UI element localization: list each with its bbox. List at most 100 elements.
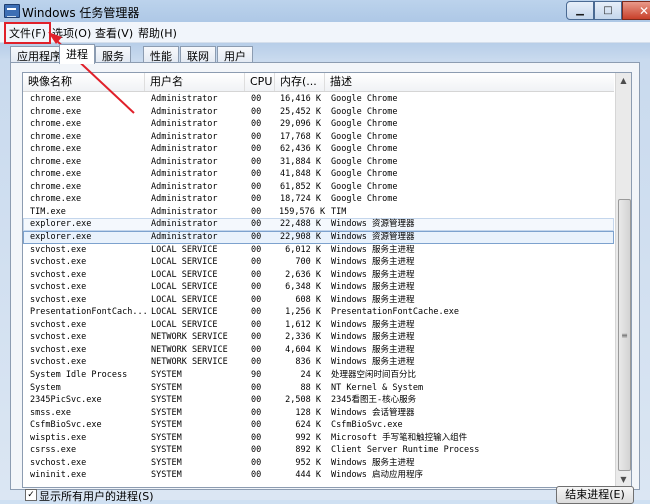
- process-image-name: System: [30, 382, 61, 393]
- table-row[interactable]: System Idle Process SYSTEM 90 24 K 处理器空闲时间百分…: [23, 369, 614, 382]
- table-row[interactable]: chrome.exe Administrator 00 62,436 K Google …: [23, 143, 614, 156]
- process-user-name: SYSTEM: [151, 445, 182, 456]
- process-user-name: SYSTEM: [151, 395, 182, 406]
- process-memory: 836 K: [295, 357, 321, 368]
- table-row[interactable]: svchost.exe LOCAL SERVICE 00 2,636 K Windows…: [23, 269, 614, 282]
- process-user-name: LOCAL SERVICE: [151, 294, 218, 305]
- table-row[interactable]: TIM.exe Administrator 00 159,576 K TIM: [23, 206, 614, 219]
- scroll-thumb[interactable]: ≡: [618, 199, 631, 471]
- process-user-name: LOCAL SERVICE: [151, 307, 218, 318]
- process-user-name: Administrator: [151, 232, 218, 243]
- title-bar[interactable]: Windows 任务管理器 ▁ □ ✕: [0, 0, 650, 22]
- table-row[interactable]: chrome.exe Administrator 00 61,852 K Google …: [23, 181, 614, 194]
- process-memory: 2,508 K: [285, 395, 321, 406]
- close-button[interactable]: ✕: [622, 1, 650, 20]
- process-user-name: Administrator: [151, 94, 218, 104]
- minimize-button[interactable]: ▁: [566, 1, 594, 20]
- checkmark-icon: ✓: [27, 490, 35, 500]
- table-row[interactable]: svchost.exe LOCAL SERVICE 00 700 K Windows 服…: [23, 256, 614, 269]
- table-row[interactable]: System SYSTEM 00 88 K NT Kernel & System: [23, 382, 614, 395]
- tab-users[interactable]: 用户: [217, 46, 253, 63]
- table-row[interactable]: svchost.exe NETWORK SERVICE 00 836 K Windows…: [23, 356, 614, 369]
- scroll-down-button[interactable]: ▼: [616, 472, 631, 487]
- process-user-name: LOCAL SERVICE: [151, 244, 218, 255]
- process-description: Windows 服务主进程: [331, 244, 415, 255]
- menu-view[interactable]: 查看(V): [93, 25, 135, 41]
- process-memory: 700 K: [295, 257, 321, 268]
- process-image-name: 2345PicSvc.exe: [30, 395, 102, 406]
- process-cpu: 00: [251, 106, 262, 117]
- table-row[interactable]: chrome.exe Administrator 00 41,848 K Google …: [23, 168, 614, 181]
- table-row[interactable]: chrome.exe Administrator 00 17,768 K Google …: [23, 131, 614, 144]
- column-image-name[interactable]: 映像名称: [23, 73, 145, 91]
- process-cpu: 00: [251, 382, 262, 393]
- show-all-users-checkbox[interactable]: ✓: [25, 489, 37, 501]
- process-cpu: 00: [251, 407, 262, 418]
- table-row[interactable]: PresentationFontCach... LOCAL SERVICE 00 1,…: [23, 306, 614, 319]
- column-memory[interactable]: 内存(...: [275, 73, 325, 91]
- process-memory: 624 K: [295, 420, 321, 431]
- process-description: Windows 服务主进程: [331, 332, 415, 343]
- process-image-name: svchost.exe: [30, 269, 87, 280]
- process-image-name: svchost.exe: [30, 332, 87, 343]
- tab-processes[interactable]: 进程: [59, 44, 95, 64]
- tab-services[interactable]: 服务: [95, 46, 131, 63]
- tab-networking[interactable]: 联网: [180, 46, 216, 63]
- process-image-name: PresentationFontCach...: [30, 307, 148, 318]
- table-row[interactable]: chrome.exe Administrator 00 18,724 K Google …: [23, 193, 614, 206]
- end-process-button[interactable]: 结束进程(E): [556, 486, 634, 504]
- table-row[interactable]: explorer.exe Administrator 00 22,908 K Windo…: [23, 231, 614, 244]
- table-row[interactable]: chrome.exe Administrator 00 16,416 K Google …: [23, 93, 614, 106]
- footer: ✓ 显示所有用户的进程(S) 结束进程(E): [0, 486, 650, 504]
- column-description[interactable]: 描述: [325, 73, 614, 91]
- process-user-name: NETWORK SERVICE: [151, 357, 228, 368]
- process-image-name: chrome.exe: [30, 106, 82, 117]
- scroll-up-button[interactable]: ▲: [616, 73, 631, 88]
- sort-ascending-icon: ︿: [175, 72, 183, 81]
- table-row[interactable]: svchost.exe LOCAL SERVICE 00 1,612 K Windows…: [23, 319, 614, 332]
- scroll-up-icon: ▲: [620, 76, 627, 85]
- process-description: CsfmBioSvc.exe: [331, 420, 403, 431]
- table-row[interactable]: svchost.exe NETWORK SERVICE 00 2,336 K Windo…: [23, 331, 614, 344]
- menu-options[interactable]: 选项(O): [50, 25, 93, 41]
- table-row[interactable]: csrss.exe SYSTEM 00 892 K Client Server Runt…: [23, 444, 614, 457]
- maximize-button[interactable]: □: [594, 1, 622, 20]
- column-cpu[interactable]: CPU: [245, 73, 275, 91]
- table-row[interactable]: svchost.exe NETWORK SERVICE 00 4,604 K Windo…: [23, 344, 614, 357]
- process-description: NT Kernel & System: [331, 382, 424, 393]
- process-image-name: chrome.exe: [30, 156, 82, 167]
- table-row[interactable]: svchost.exe LOCAL SERVICE 00 6,348 K Windows…: [23, 281, 614, 294]
- process-cpu: 00: [251, 269, 262, 280]
- process-description: Google Chrome: [331, 194, 398, 205]
- process-user-name: Administrator: [151, 106, 218, 117]
- table-row[interactable]: explorer.exe Administrator 00 22,488 K Windo…: [23, 218, 614, 232]
- table-row[interactable]: chrome.exe Administrator 00 29,096 K Google …: [23, 118, 614, 131]
- process-user-name: LOCAL SERVICE: [151, 257, 218, 268]
- process-description: Windows 资源管理器: [331, 232, 415, 243]
- table-row[interactable]: CsfmBioSvc.exe SYSTEM 00 624 K CsfmBioSvc.ex…: [23, 419, 614, 432]
- table-row[interactable]: wisptis.exe SYSTEM 00 992 K Microsoft 手写笔和触控…: [23, 432, 614, 445]
- table-row[interactable]: 2345PicSvc.exe SYSTEM 00 2,508 K 2345看图王-核心服…: [23, 394, 614, 407]
- menu-help[interactable]: 帮助(H): [136, 25, 179, 41]
- table-row[interactable]: wininit.exe SYSTEM 00 444 K Windows 启动应用程序: [23, 469, 614, 482]
- process-list[interactable]: 映像名称 ︿ 用户名 CPU 内存(... 描述 chrome.exe Admin…: [22, 72, 632, 488]
- process-memory: 61,852 K: [280, 181, 321, 192]
- table-row[interactable]: svchost.exe LOCAL SERVICE 00 608 K Windows 服…: [23, 294, 614, 307]
- tab-performance[interactable]: 性能: [143, 46, 179, 63]
- task-manager-icon: [4, 4, 20, 18]
- vertical-scrollbar[interactable]: ▲ ≡ ▼: [615, 73, 631, 487]
- column-user-name[interactable]: ︿ 用户名: [145, 73, 245, 91]
- table-row[interactable]: smss.exe SYSTEM 00 128 K Windows 会话管理器: [23, 407, 614, 420]
- table-row[interactable]: chrome.exe Administrator 00 25,452 K Google …: [23, 106, 614, 119]
- process-memory: 31,884 K: [280, 156, 321, 167]
- process-description: Google Chrome: [331, 131, 398, 142]
- process-cpu: 00: [251, 432, 262, 443]
- table-row[interactable]: svchost.exe SYSTEM 00 952 K Windows 服务主进程: [23, 457, 614, 470]
- process-user-name: SYSTEM: [151, 420, 182, 431]
- process-cpu: 00: [251, 156, 262, 167]
- process-description: Client Server Runtime Process: [331, 445, 480, 456]
- menu-file[interactable]: 文件(F): [4, 22, 51, 44]
- table-row[interactable]: chrome.exe Administrator 00 31,884 K Google …: [23, 156, 614, 169]
- table-row[interactable]: svchost.exe LOCAL SERVICE 00 6,012 K Windows…: [23, 244, 614, 257]
- process-cpu: 00: [251, 119, 262, 130]
